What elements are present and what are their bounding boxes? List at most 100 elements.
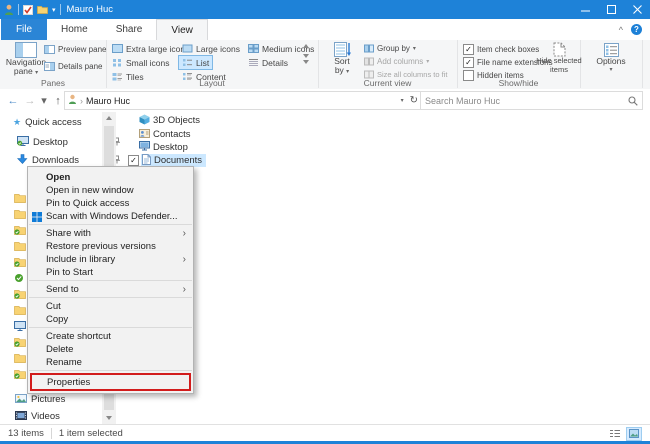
this-pc-icon xyxy=(14,318,27,331)
dropdown-icon: ▾ xyxy=(426,59,430,65)
tab-file[interactable]: File xyxy=(1,19,47,40)
item-checkbox-checked-icon[interactable]: ✓ xyxy=(128,155,139,166)
file-item-desktop[interactable]: Desktop xyxy=(138,141,188,154)
submenu-arrow-icon: › xyxy=(182,283,186,295)
search-input[interactable] xyxy=(421,95,628,106)
tab-share[interactable]: Share xyxy=(102,19,157,40)
sidebar-item-label: Downloads xyxy=(32,155,79,166)
hide-selected-items-button[interactable]: Hide selected items xyxy=(536,42,582,74)
gallery-scroll-up-icon[interactable] xyxy=(303,44,309,48)
tab-view[interactable]: View xyxy=(156,19,208,40)
breadcrumb-chevron-icon: › xyxy=(80,95,83,106)
sidebar-item-quick-access[interactable]: ★ Quick access xyxy=(13,116,82,129)
breadcrumb-location[interactable]: Mauro Huc xyxy=(86,96,130,106)
submenu-arrow-icon: › xyxy=(182,227,186,239)
menu-item-include-in-library[interactable]: Include in library › xyxy=(28,253,193,266)
sync-badge-icon xyxy=(14,270,27,282)
menu-item-properties[interactable]: Properties xyxy=(32,375,189,389)
large-icons-icon xyxy=(182,44,193,53)
ribbon-group-panes: Navigation pane ▾ Preview pane Details p… xyxy=(0,40,107,88)
menu-item-pin-to-quick-access[interactable]: Pin to Quick access xyxy=(28,197,193,210)
ribbon-group-options: Options ▾ xyxy=(580,40,643,88)
quick-access-toolbar: ▾ xyxy=(0,4,61,15)
file-item-3d-objects[interactable]: 3D Objects xyxy=(138,114,200,127)
tab-home[interactable]: Home xyxy=(47,19,102,40)
gallery-scroll-down-icon[interactable] xyxy=(303,54,309,58)
gallery-more-icon[interactable] xyxy=(303,60,309,74)
sidebar-item-pictures[interactable]: Pictures xyxy=(15,393,65,406)
ribbon-group-layout: Extra large icons Small icons Tiles Larg… xyxy=(106,40,319,88)
back-button[interactable]: ← xyxy=(4,95,22,107)
address-box[interactable]: › Mauro Huc ▾ ↻ xyxy=(64,91,422,110)
layout-details[interactable]: Details xyxy=(248,56,288,69)
windows-defender-icon xyxy=(32,211,42,225)
navigation-pane-button[interactable]: Navigation pane ▾ xyxy=(4,42,48,77)
qat-folder-icon[interactable] xyxy=(37,5,48,14)
preview-pane-button[interactable]: Preview pane xyxy=(44,45,106,54)
menu-item-restore-previous-versions[interactable]: Restore previous versions xyxy=(28,240,193,253)
menu-item-create-shortcut[interactable]: Create shortcut xyxy=(28,330,193,343)
maximize-button[interactable] xyxy=(598,0,624,19)
minimize-ribbon-icon[interactable]: ^ xyxy=(619,25,623,35)
scroll-up-icon[interactable] xyxy=(106,116,112,120)
layout-extra-large-icons[interactable]: Extra large icons xyxy=(112,42,189,55)
details-pane-icon xyxy=(44,62,55,71)
layout-list[interactable]: List xyxy=(178,55,214,70)
close-button[interactable] xyxy=(624,0,650,19)
list-icon xyxy=(183,59,192,66)
qat-customize-dropdown-icon[interactable]: ▾ xyxy=(52,6,56,14)
user-folder-icon xyxy=(4,4,14,15)
refresh-icon[interactable]: ↻ xyxy=(410,95,418,106)
titlebar-separator xyxy=(59,4,61,15)
file-item-label: Desktop xyxy=(153,142,188,153)
sort-by-button[interactable]: Sort by ▾ xyxy=(326,42,358,76)
folder-synced-icon xyxy=(14,254,27,267)
dropdown-icon: ▾ xyxy=(412,46,416,52)
options-icon xyxy=(603,43,619,57)
options-button[interactable]: Options ▾ xyxy=(591,43,631,74)
menu-item-scan-with-windows-defender[interactable]: Scan with Windows Defender... xyxy=(28,210,193,223)
file-item-contacts[interactable]: Contacts xyxy=(138,128,191,141)
group-by-button[interactable]: Group by ▾ xyxy=(364,44,416,53)
checkbox-checked-icon: ✓ xyxy=(463,44,474,55)
menu-separator xyxy=(29,327,192,328)
current-view-group-label: Current view xyxy=(363,78,412,88)
forward-button[interactable]: → xyxy=(22,95,38,107)
list-label: List xyxy=(196,57,210,68)
sidebar-item-label: Desktop xyxy=(33,137,68,148)
help-icon[interactable]: ? xyxy=(631,24,642,35)
layout-small-icons[interactable]: Small icons xyxy=(112,56,169,69)
menu-item-send-to[interactable]: Send to › xyxy=(28,283,193,296)
qat-checkbox-icon[interactable] xyxy=(23,4,33,15)
folder-icon xyxy=(14,350,27,363)
menu-item-share-with[interactable]: Share with › xyxy=(28,227,193,240)
sidebar-item-videos[interactable]: Videos xyxy=(15,410,60,423)
extra-large-icons-label: Extra large icons xyxy=(126,43,190,54)
menu-item-pin-to-start[interactable]: Pin to Start xyxy=(28,266,193,279)
details-pane-button[interactable]: Details pane xyxy=(44,62,102,71)
submenu-arrow-icon: › xyxy=(182,253,186,265)
menu-item-copy[interactable]: Copy xyxy=(28,313,193,326)
menu-item-rename[interactable]: Rename xyxy=(28,356,193,369)
item-check-boxes-checkbox[interactable]: ✓ Item check boxes xyxy=(463,44,539,55)
menu-item-delete[interactable]: Delete xyxy=(28,343,193,356)
search-icon[interactable] xyxy=(628,95,642,106)
menu-item-open-in-new-window[interactable]: Open in new window xyxy=(28,184,193,197)
menu-item-cut[interactable]: Cut xyxy=(28,300,193,313)
address-dropdown-icon[interactable]: ▾ xyxy=(401,97,404,104)
selection-count: 1 item selected xyxy=(58,428,123,439)
minimize-button[interactable] xyxy=(572,0,598,19)
recent-locations-dropdown-icon[interactable]: ▾ xyxy=(38,94,50,107)
layout-large-icons[interactable]: Large icons xyxy=(182,42,240,55)
sort-by-icon xyxy=(333,42,351,57)
details-view-toggle-icon[interactable] xyxy=(608,428,622,440)
contacts-icon xyxy=(139,128,150,141)
details-pane-label: Details pane xyxy=(58,62,103,71)
file-item-label: Contacts xyxy=(153,129,191,140)
menu-item-open[interactable]: Open xyxy=(28,171,193,184)
large-icons-view-toggle-icon[interactable] xyxy=(626,426,642,441)
add-columns-button[interactable]: Add columns ▾ xyxy=(364,57,429,66)
scroll-down-icon[interactable] xyxy=(106,416,112,420)
navigation-pane-icon xyxy=(15,42,37,58)
medium-icons-icon xyxy=(248,44,259,53)
